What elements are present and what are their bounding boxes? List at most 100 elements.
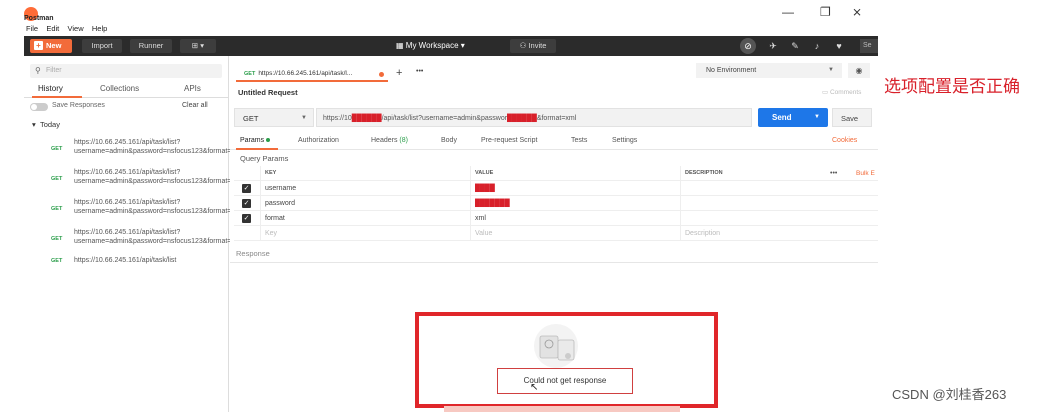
request-subtabs: Params Authorization Headers (8) Body Pr… (230, 134, 878, 150)
caret-down-icon: ▾ (32, 120, 40, 129)
unsaved-dot-icon (379, 72, 384, 77)
param-checkbox[interactable]: ✓ (242, 184, 251, 193)
history-method: GET (51, 146, 63, 152)
tab-history[interactable]: History (38, 84, 63, 93)
param-key[interactable]: format (260, 211, 470, 226)
tab-collections[interactable]: Collections (100, 84, 139, 93)
close-icon[interactable]: ⨯ (852, 5, 862, 19)
response-divider (230, 262, 878, 263)
param-key[interactable]: password (260, 196, 470, 211)
tab-headers[interactable]: Headers (8) (371, 137, 408, 144)
environment-select[interactable]: No Environment ▼ (696, 63, 842, 78)
table-row: ✓ username ████ (234, 181, 878, 196)
menu-view[interactable]: View (68, 24, 84, 33)
history-method: GET (51, 206, 63, 212)
sidebar: ⚲ Filter History Collections APIs Save R… (24, 56, 243, 412)
tab-authorization[interactable]: Authorization (298, 137, 339, 144)
active-subtab-indicator (236, 148, 278, 150)
annotation-text: 选项配置是否正确 (884, 77, 1020, 97)
heart-icon[interactable]: ♥ (832, 39, 846, 53)
add-tab-button[interactable]: + (396, 67, 402, 79)
tab-settings[interactable]: Settings (612, 137, 637, 144)
new-param-value[interactable]: Value (470, 226, 680, 241)
wrench-icon[interactable]: ✎ (788, 39, 802, 53)
new-param-key[interactable]: Key (260, 226, 470, 241)
history-url: https://10.66.245.161/api/task/list?user… (74, 169, 243, 185)
error-details-strip (444, 406, 680, 412)
search-icon: ⚲ (35, 66, 41, 75)
send-button[interactable]: Send ▼ (758, 108, 828, 127)
clear-all-button[interactable]: Clear all (182, 102, 208, 109)
tab-apis[interactable]: APIs (184, 84, 201, 93)
history-url: https://10.66.245.161/api/task/list (74, 257, 177, 264)
invite-label: Invite (528, 41, 547, 50)
more-tabs-button[interactable]: ••• (416, 68, 423, 75)
tab-pre-request-script[interactable]: Pre-request Script (481, 137, 537, 144)
param-description[interactable] (680, 181, 880, 196)
satellite-icon[interactable]: ✈ (766, 39, 780, 53)
menu-help[interactable]: Help (92, 24, 107, 33)
menu-edit[interactable]: Edit (46, 24, 59, 33)
workspace-label: My Workspace (405, 41, 459, 50)
bulk-edit-link[interactable]: Bulk E (856, 166, 875, 181)
new-button[interactable]: + New (30, 39, 72, 53)
minimize-icon[interactable]: — (782, 5, 794, 19)
comments-button[interactable]: ▭ Comments (822, 88, 861, 96)
tab-headers-label: Headers (371, 137, 398, 144)
eye-icon: ◉ (855, 66, 863, 75)
invite-button[interactable]: ⚇ Invite (510, 39, 556, 53)
save-responses-label: Save Responses (52, 102, 105, 109)
method-select[interactable]: GET ▼ (234, 108, 314, 127)
param-description[interactable] (680, 196, 880, 211)
bell-icon[interactable]: ♪ (810, 39, 824, 53)
environment-quick-look-button[interactable]: ◉ (848, 63, 870, 78)
sync-icon[interactable]: ⊘ (740, 38, 756, 54)
param-value[interactable]: ████ (470, 181, 680, 196)
url-redacted: ██████ (507, 115, 537, 122)
cookies-link[interactable]: Cookies (832, 137, 857, 144)
import-button[interactable]: Import (82, 39, 122, 53)
history-method: GET (51, 176, 63, 182)
tab-body[interactable]: Body (441, 137, 457, 144)
history-url: https://10.66.245.161/api/task/list?user… (74, 139, 243, 155)
app-name: Postman (24, 15, 54, 22)
param-checkbox[interactable]: ✓ (242, 199, 251, 208)
param-value[interactable]: xml (470, 211, 680, 226)
headers-count: (8) (399, 137, 408, 144)
menu-bar: File Edit View Help (0, 24, 878, 34)
comments-label: Comments (829, 89, 862, 96)
search-input[interactable]: Se (860, 39, 878, 53)
request-name[interactable]: Untitled Request (238, 88, 298, 97)
new-window-button[interactable]: ⊞ ▾ (180, 39, 216, 53)
param-value[interactable]: ███████ (470, 196, 680, 211)
workspace-switcher[interactable]: ▦ My Workspace ▾ (396, 39, 465, 53)
today-label: Today (39, 120, 60, 129)
comment-icon: ▭ (822, 89, 830, 96)
runner-button[interactable]: Runner (130, 39, 172, 53)
send-label: Send (772, 113, 792, 122)
method-value: GET (243, 114, 259, 123)
col-value: VALUE (470, 166, 680, 181)
tab-params[interactable]: Params (240, 137, 271, 144)
table-row-new: Key Value Description (234, 226, 878, 241)
chevron-down-icon[interactable]: ▼ (814, 108, 820, 127)
request-tab[interactable]: GET https://10.66.245.161/api/task/l... (236, 68, 388, 82)
save-responses-row: Save Responses Clear all (30, 102, 222, 112)
param-checkbox[interactable]: ✓ (242, 214, 251, 223)
filter-input[interactable]: ⚲ Filter (30, 64, 222, 78)
menu-file[interactable]: File (26, 24, 38, 33)
tab-tests[interactable]: Tests (571, 137, 587, 144)
history-group-today[interactable]: ▾ Today (32, 120, 60, 129)
no-response-message: Could not get response (497, 368, 633, 394)
maximize-icon[interactable]: ❐ (820, 5, 831, 19)
param-description[interactable] (680, 211, 880, 226)
chevron-down-icon: ▼ (301, 115, 307, 121)
more-options-icon[interactable]: ••• (830, 166, 837, 181)
save-responses-toggle[interactable] (30, 103, 48, 111)
request-tab-url: https://10.66.245.161/api/task/l... (258, 70, 353, 77)
chevron-down-icon: ▾ (460, 41, 465, 50)
new-param-description[interactable]: Description (680, 226, 880, 241)
save-button[interactable]: Save (832, 108, 872, 127)
url-input[interactable]: https://10██████/api/task/list?username=… (316, 108, 752, 127)
param-key[interactable]: username (260, 181, 470, 196)
